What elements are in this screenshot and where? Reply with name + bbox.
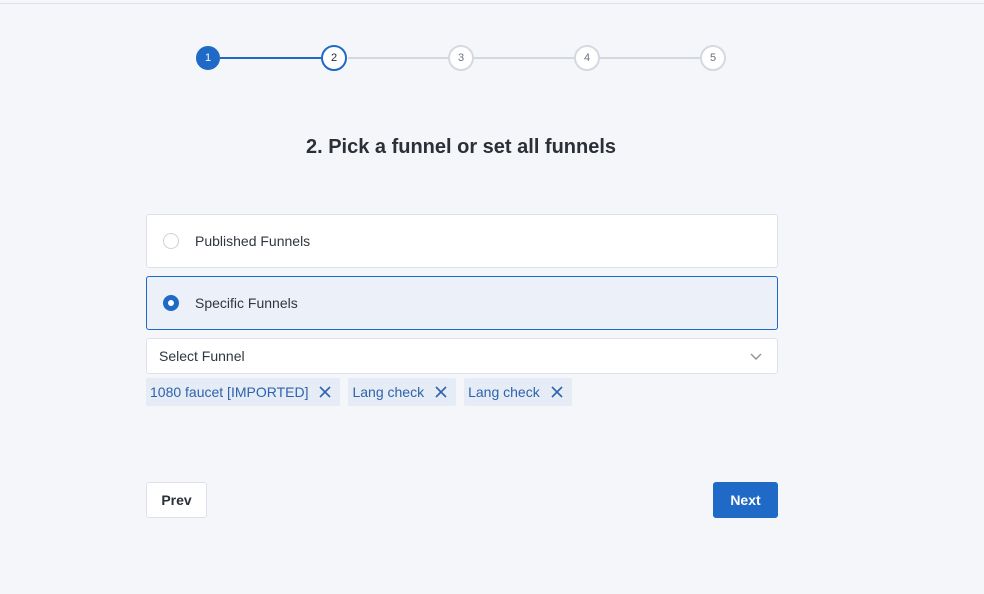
prev-button[interactable]: Prev [146, 482, 207, 518]
step-4[interactable]: 4 [574, 45, 600, 71]
close-icon[interactable] [550, 385, 564, 399]
step-5[interactable]: 5 [700, 45, 726, 71]
radio-published-funnels[interactable] [163, 233, 179, 249]
next-button[interactable]: Next [713, 482, 778, 518]
close-icon[interactable] [318, 385, 332, 399]
step-connector-4-5 [600, 57, 700, 59]
step-connector-3-4 [474, 57, 574, 59]
stepper: 1 2 3 4 5 [196, 45, 728, 73]
funnel-select-placeholder: Select Funnel [159, 348, 245, 364]
funnel-tag: Lang check [464, 378, 572, 406]
funnel-select[interactable]: Select Funnel [146, 338, 778, 374]
step-connector-2-3 [348, 57, 448, 59]
step-3[interactable]: 3 [448, 45, 474, 71]
funnel-tag: Lang check [348, 378, 457, 406]
option-published-funnels[interactable]: Published Funnels [146, 214, 778, 268]
option-label: Published Funnels [195, 233, 311, 249]
option-label: Specific Funnels [195, 295, 298, 311]
radio-specific-funnels[interactable] [163, 295, 179, 311]
step-1[interactable]: 1 [196, 46, 220, 70]
funnel-tag-label: Lang check [352, 384, 425, 400]
funnel-tag-label: 1080 faucet [IMPORTED] [150, 384, 309, 400]
selected-funnel-tags: 1080 faucet [IMPORTED] Lang check Lang c… [146, 378, 572, 406]
option-specific-funnels[interactable]: Specific Funnels [146, 276, 778, 330]
close-icon[interactable] [434, 385, 448, 399]
step-connector-1-2 [220, 57, 322, 59]
funnel-tag: 1080 faucet [IMPORTED] [146, 378, 341, 406]
step-2[interactable]: 2 [321, 45, 347, 71]
funnel-tag-label: Lang check [468, 384, 540, 400]
top-border [0, 0, 984, 4]
chevron-down-icon [750, 353, 762, 360]
page-title: 2. Pick a funnel or set all funnels [305, 136, 617, 158]
